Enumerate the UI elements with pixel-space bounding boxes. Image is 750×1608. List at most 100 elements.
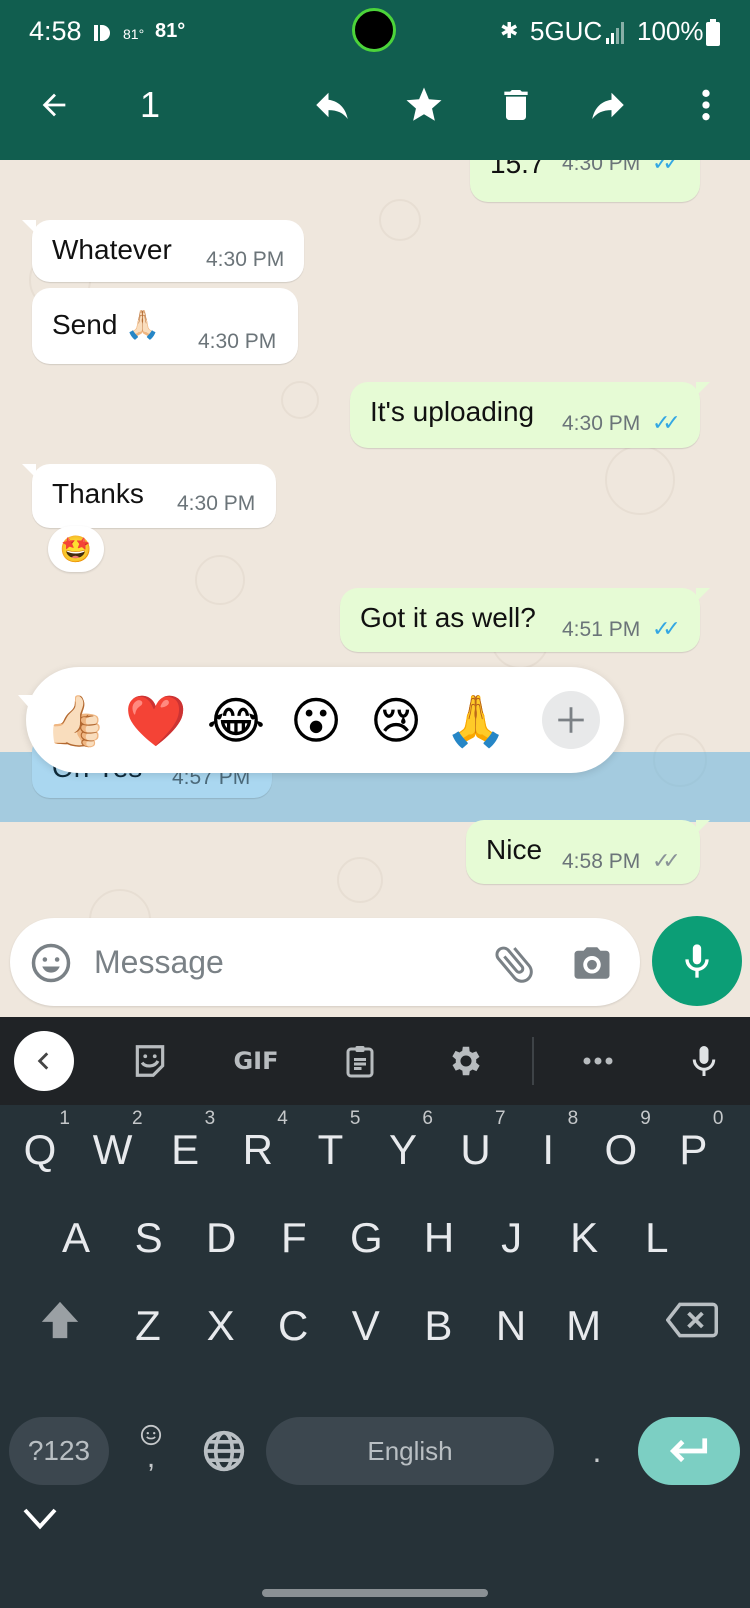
chevron-left-icon [37,1052,49,1070]
key-s[interactable]: S [113,1193,185,1283]
key-label: S [134,1214,163,1261]
reply-button[interactable] [302,70,362,140]
key-p[interactable]: P0 [657,1105,729,1195]
key-u[interactable]: U7 [440,1105,512,1195]
message-bubble-outgoing[interactable]: Nice 4:58 PM ✓✓ [466,820,710,884]
key-k[interactable]: K [548,1193,620,1283]
key-e[interactable]: E3 [149,1105,221,1195]
key-q[interactable]: Q1 [4,1105,76,1195]
more-reactions-button[interactable] [542,691,600,749]
sticker-icon [135,1045,165,1077]
gif-button[interactable]: GIF [226,1031,286,1091]
star-button[interactable] [394,70,454,140]
microphone-icon [692,1046,716,1076]
key-label: U [460,1126,491,1173]
language-key[interactable] [196,1421,252,1481]
symbols-key[interactable]: ?123 [9,1417,109,1485]
key-label: G [350,1214,383,1261]
message-bubble-incoming[interactable]: Send 🙏🏻 4:30 PM [32,288,298,364]
key-label: T [317,1126,344,1173]
message-text: It's uploading [370,396,535,427]
key-label: B [424,1302,453,1349]
notification-icon [94,25,110,41]
key-label: R [242,1126,273,1173]
more-tools-button[interactable] [568,1031,628,1091]
key-number-hint: 2 [132,1108,143,1129]
key-label: N [495,1302,527,1349]
reaction-surprised[interactable]: 😮 [284,689,348,753]
clipboard-button[interactable] [330,1031,390,1091]
key-label: Y [388,1126,417,1173]
key-label: V [351,1302,380,1349]
message-time: 4:30 PM [198,330,277,353]
key-r[interactable]: R4 [222,1105,294,1195]
shift-key[interactable] [24,1285,96,1355]
space-bar[interactable]: English [266,1417,554,1485]
period-key[interactable]: . [572,1421,622,1481]
camera-button[interactable] [570,942,614,984]
reaction-tears-of-joy[interactable]: 😂 [204,689,268,753]
key-i[interactable]: I8 [512,1105,584,1195]
emoji-button[interactable] [30,942,72,984]
key-o[interactable]: O9 [585,1105,657,1195]
emoji-comma-key[interactable]: , [128,1405,174,1489]
key-b[interactable]: B [402,1281,474,1371]
key-y[interactable]: Y6 [367,1105,439,1195]
key-number-hint: 7 [495,1108,506,1129]
key-c[interactable]: C [257,1281,329,1371]
message-reaction-badge[interactable]: 🤩 [48,526,104,572]
delete-button[interactable] [486,70,546,140]
message-bubble-outgoing[interactable]: It's uploading 4:30 PM ✓✓ [350,382,710,448]
key-g[interactable]: G [330,1193,402,1283]
key-v[interactable]: V [330,1281,402,1371]
forward-button[interactable] [578,70,638,140]
voice-message-button[interactable] [652,916,742,1006]
key-f[interactable]: F [258,1193,330,1283]
key-x[interactable]: X [185,1281,257,1371]
message-bubble-incoming[interactable]: Whatever 4:30 PM [22,220,304,282]
key-number-hint: 3 [204,1108,216,1129]
key-w[interactable]: W2 [77,1105,149,1195]
reaction-thumbs-up[interactable]: 👍🏻 [44,689,108,753]
attach-button[interactable] [490,940,538,988]
enter-key[interactable] [638,1417,740,1485]
sticker-button[interactable] [120,1031,180,1091]
key-t[interactable]: T5 [294,1105,366,1195]
key-label: W [92,1126,133,1173]
key-number-hint: 9 [640,1108,651,1129]
hide-keyboard-button[interactable] [18,1497,62,1541]
message-input[interactable] [94,936,474,988]
key-label: L [645,1214,669,1261]
message-time: 4:30 PM [562,160,641,175]
key-d[interactable]: D [185,1193,257,1283]
gesture-home-bar[interactable] [262,1589,488,1597]
reaction-sad[interactable]: 😢 [364,689,428,753]
message-bubble-outgoing[interactable]: Got it as well? 4:51 PM ✓✓ [340,588,710,652]
read-receipt-icon: ✓✓ [652,616,681,641]
read-receipt-icon: ✓✓ [652,160,681,175]
message-time: 4:30 PM [562,412,641,435]
key-number-hint: 6 [422,1108,433,1129]
keyboard-settings-button[interactable] [436,1031,496,1091]
back-button[interactable] [24,70,84,140]
message-bubble-incoming[interactable]: Thanks 4:30 PM [22,464,276,528]
reaction-heart[interactable]: ❤️ [124,689,188,753]
key-label: E [171,1126,200,1173]
reaction-picker: 👍🏻 ❤️ 😂 😮 😢 🙏 [18,667,624,773]
reaction-pray[interactable]: 🙏 [444,689,508,753]
key-n[interactable]: N [475,1281,547,1371]
key-l[interactable]: L [621,1193,693,1283]
message-text: Send 🙏🏻 [52,309,161,340]
key-number-hint: 1 [59,1108,70,1129]
backspace-key[interactable] [652,1285,732,1355]
message-bubble-outgoing[interactable]: 15.7 4:30 PM ✓✓ [470,160,700,202]
key-z[interactable]: Z [112,1281,184,1371]
key-a[interactable]: A [40,1193,112,1283]
voice-typing-button[interactable] [674,1031,734,1091]
key-label: O [604,1126,638,1173]
key-h[interactable]: H [403,1193,475,1283]
key-m[interactable]: M [548,1281,620,1371]
keyboard-collapse-toolbar-button[interactable] [14,1031,74,1091]
key-j[interactable]: J [476,1193,548,1283]
more-options-button[interactable] [676,70,736,140]
